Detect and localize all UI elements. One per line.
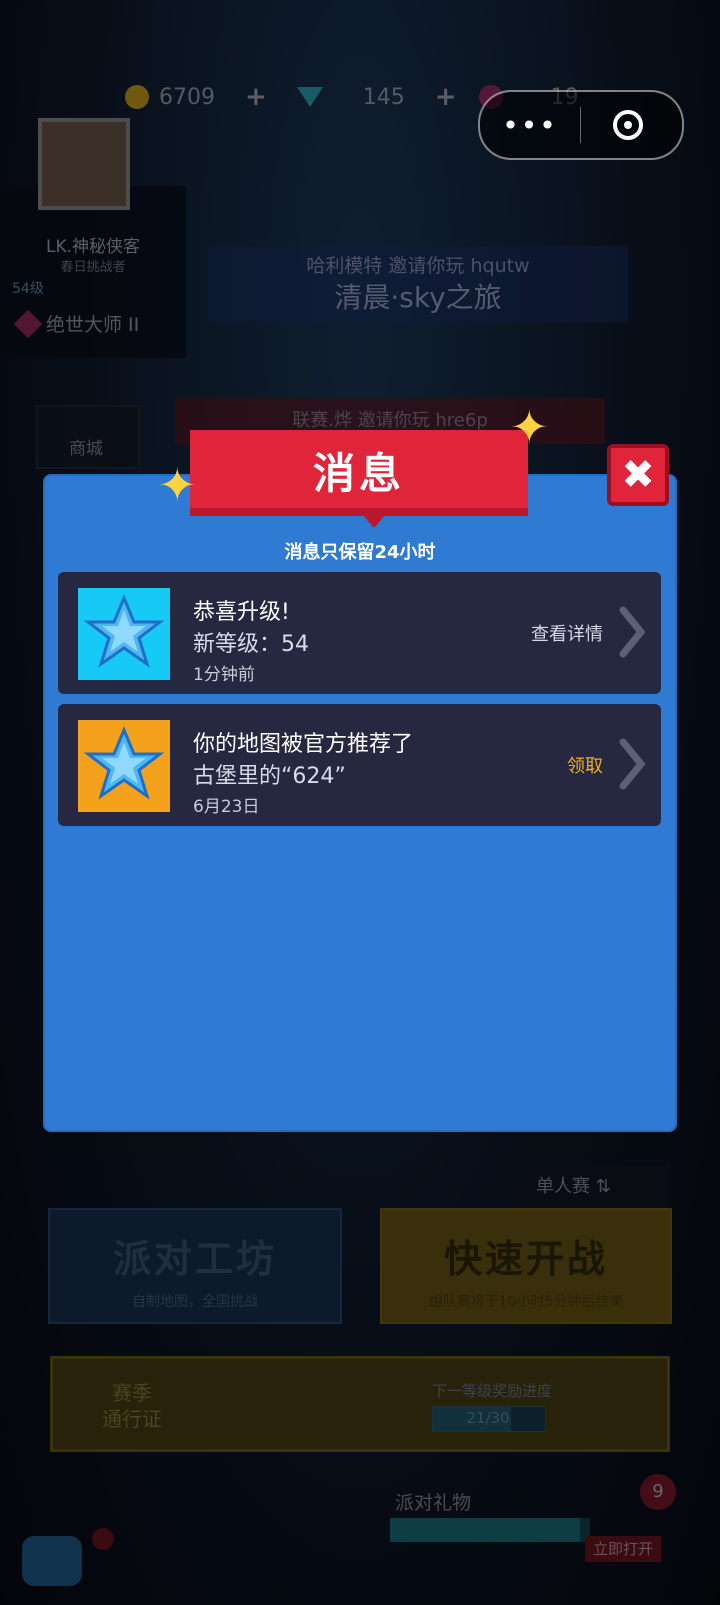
view-details-button[interactable]: 查看详情 bbox=[531, 620, 603, 646]
more-dots-icon[interactable]: ••• bbox=[480, 109, 580, 142]
message-title: 你的地图被官方推荐了 bbox=[193, 732, 414, 757]
sparkle-icon: ✦ bbox=[158, 458, 197, 512]
chevron-right-icon[interactable] bbox=[617, 734, 647, 794]
retention-notice: 消息只保留24小时 bbox=[284, 542, 436, 563]
message-time: 6月23日 bbox=[193, 797, 260, 817]
target-icon[interactable] bbox=[613, 110, 643, 140]
sparkle-icon: ✦ bbox=[510, 400, 549, 454]
message-time: 1分钟前 bbox=[193, 665, 255, 685]
miniprogram-capsule: ••• bbox=[478, 90, 684, 160]
claim-button[interactable]: 领取 bbox=[567, 752, 603, 778]
message-detail: 新等级：54 bbox=[193, 632, 309, 657]
message-title: 恭喜升级! bbox=[193, 600, 290, 625]
star-crystal-icon bbox=[78, 588, 170, 680]
chevron-right-icon[interactable] bbox=[617, 602, 647, 662]
message-detail: 古堡里的“624” bbox=[193, 764, 346, 789]
star-crystal-icon bbox=[78, 720, 170, 812]
banner-tail bbox=[362, 514, 386, 528]
capsule-divider bbox=[580, 107, 581, 143]
close-x-icon[interactable]: ✖ bbox=[607, 444, 669, 506]
message-item[interactable]: 恭喜升级! 新等级：54 1分钟前 查看详情 bbox=[58, 572, 661, 694]
message-item[interactable]: 你的地图被官方推荐了 古堡里的“624” 6月23日 领取 bbox=[58, 704, 661, 826]
dialog-title: 消息 bbox=[312, 449, 405, 498]
